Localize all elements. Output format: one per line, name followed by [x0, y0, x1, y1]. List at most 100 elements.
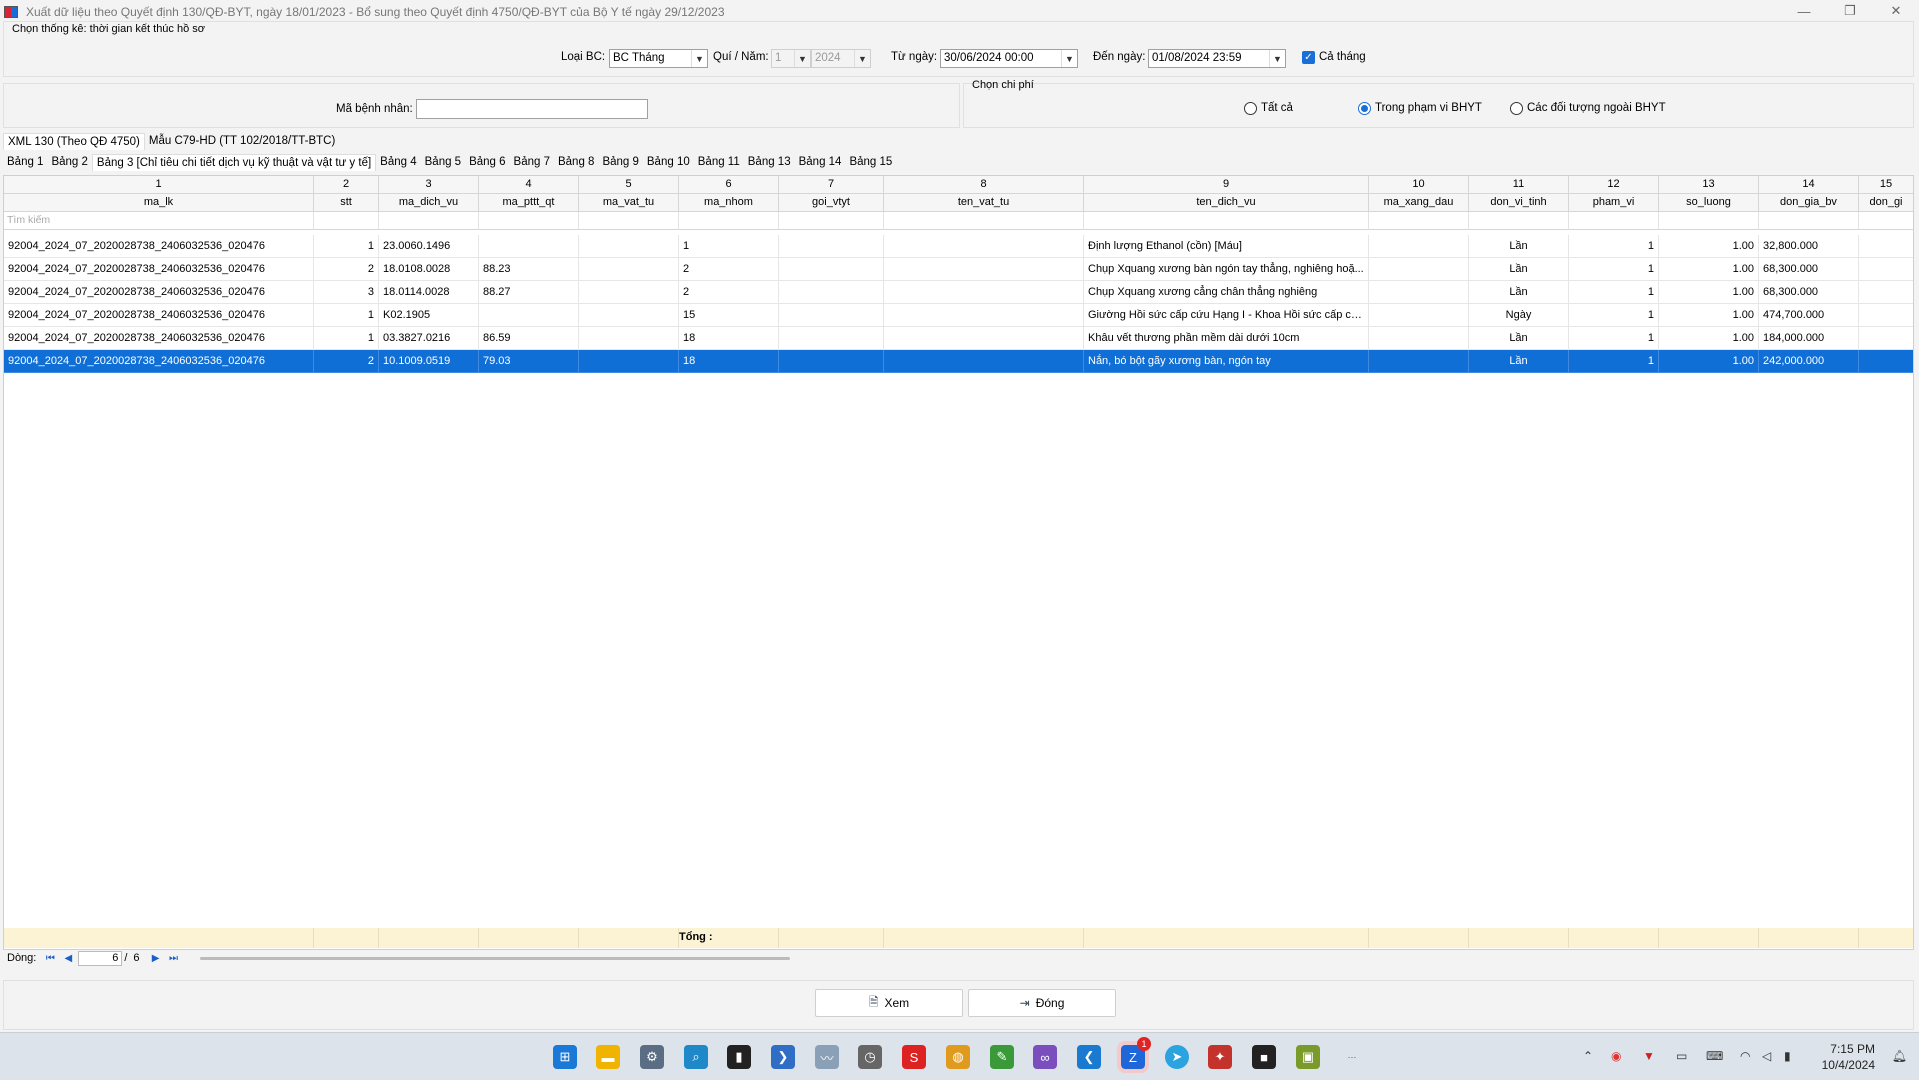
tab-bang-3[interactable]: Bảng 3 [Chỉ tiêu chi tiết dịch vụ kỹ thu…	[91, 154, 377, 171]
powershell-icon[interactable]: ❯	[771, 1045, 795, 1069]
table-row[interactable]: 92004_2024_07_2020028738_2406032536_0204…	[4, 258, 1913, 281]
tab-bang-8[interactable]: Bảng 8	[554, 154, 598, 171]
search-cell[interactable]	[1759, 212, 1859, 230]
column-header-ma-xang-dau[interactable]: ma_xang_dau	[1369, 194, 1469, 212]
data-grid[interactable]: 1 2 3 4 5 6 7 8 9 10 11 12 13 14 15 ma_lk stt ma_dich_vu…	[3, 175, 1914, 950]
table-row[interactable]: 92004_2024_07_2020028738_2406032536_0204…	[4, 235, 1913, 258]
search-cell[interactable]: Tìm kiếm	[4, 212, 314, 230]
search-cell[interactable]	[1859, 212, 1913, 230]
current-row-input[interactable]: 6	[78, 950, 123, 966]
tab-bang-1[interactable]: Bảng 1	[3, 154, 47, 171]
zalo-icon[interactable]: Z 1	[1117, 1037, 1151, 1073]
telegram-icon[interactable]: ➤	[1165, 1045, 1189, 1069]
column-header-don-gi[interactable]: don_gi	[1859, 194, 1913, 212]
tu-ngay-picker[interactable]: 30/06/2024 00:00 ▼	[940, 49, 1078, 68]
loai-bc-select[interactable]: BC Tháng ▼	[609, 49, 708, 68]
dong-button[interactable]: ⇥ Đóng	[968, 989, 1116, 1017]
next-record-icon[interactable]: ▶	[148, 951, 164, 965]
app-star-icon[interactable]: ✦	[1208, 1045, 1232, 1069]
search-cell[interactable]	[1369, 212, 1469, 230]
ca-thang-checkbox[interactable]: ✓	[1302, 51, 1315, 64]
column-header-ten-dich-vu[interactable]: ten_dich_vu	[1084, 194, 1369, 212]
tab-bang-15[interactable]: Bảng 15	[845, 154, 896, 171]
search-cell[interactable]	[679, 212, 779, 230]
den-ngay-picker[interactable]: 01/08/2024 23:59 ▼	[1148, 49, 1286, 68]
visual-studio-icon[interactable]: ∞	[1033, 1045, 1057, 1069]
terminal-icon[interactable]: ▮	[727, 1045, 751, 1069]
column-header-don-gia-bv[interactable]: don_gia_bv	[1759, 194, 1859, 212]
column-header-ma-lk[interactable]: ma_lk	[4, 194, 314, 212]
search-cell[interactable]	[1084, 212, 1369, 230]
monitor-icon[interactable]: 〰	[815, 1045, 839, 1069]
system-clock[interactable]: 7:15 PM 10/4/2024	[1822, 1041, 1875, 1073]
search-cell[interactable]	[1659, 212, 1759, 230]
prev-record-icon[interactable]: ◀	[60, 951, 76, 965]
app-dark-icon[interactable]: ■	[1252, 1045, 1276, 1069]
table-row[interactable]: 92004_2024_07_2020028738_2406032536_0204…	[4, 304, 1913, 327]
radio-tat-ca[interactable]	[1244, 102, 1257, 115]
start-icon[interactable]: ⊞	[553, 1045, 577, 1069]
file-explorer-icon[interactable]: ▬	[596, 1045, 620, 1069]
power-icon[interactable]: ▮	[1784, 1049, 1791, 1063]
search-cell[interactable]	[1569, 212, 1659, 230]
search-cell[interactable]	[379, 212, 479, 230]
settings-icon[interactable]: ⚙	[640, 1045, 664, 1069]
close-button[interactable]: ✕	[1873, 0, 1919, 22]
radio-trong-bhyt[interactable]	[1358, 102, 1371, 115]
radio-ngoai-bhyt[interactable]	[1510, 102, 1523, 115]
notepad-icon[interactable]: ✎	[990, 1045, 1014, 1069]
column-header-goi-vtyt[interactable]: goi_vtyt	[779, 194, 884, 212]
table-row[interactable]: 92004_2024_07_2020028738_2406032536_0204…	[4, 327, 1913, 350]
search-app-icon[interactable]: ⌕	[684, 1045, 708, 1069]
notification-bell-icon[interactable]: 🔔︎	[1892, 1049, 1907, 1063]
wifi-icon[interactable]: ◠	[1740, 1049, 1750, 1063]
tab-mau-c79[interactable]: Mẫu C79-HD (TT 102/2018/TT-BTC)	[145, 133, 339, 150]
tab-bang-4[interactable]: Bảng 4	[376, 154, 420, 171]
tab-bang-11[interactable]: Bảng 11	[694, 154, 744, 171]
column-header-ma-dich-vu[interactable]: ma_dich_vu	[379, 194, 479, 212]
column-header-ma-nhom[interactable]: ma_nhom	[679, 194, 779, 212]
tab-bang-14[interactable]: Bảng 14	[795, 154, 846, 171]
ma-benh-nhan-input[interactable]	[416, 99, 648, 119]
battery-tray-icon[interactable]: ▭	[1676, 1049, 1687, 1063]
tab-bang-10[interactable]: Bảng 10	[643, 154, 694, 171]
table-row[interactable]: 92004_2024_07_2020028738_2406032536_0204…	[4, 281, 1913, 304]
volume-icon[interactable]: ◁	[1762, 1049, 1771, 1063]
first-record-icon[interactable]: ⏮	[42, 951, 58, 965]
tab-bang-9[interactable]: Bảng 9	[598, 154, 642, 171]
nam-select[interactable]: 2024 ▼	[811, 49, 871, 68]
xem-button[interactable]: 🗎 Xem	[815, 989, 963, 1017]
search-cell[interactable]	[884, 212, 1084, 230]
column-header-ma-vat-tu[interactable]: ma_vat_tu	[579, 194, 679, 212]
app-box-icon[interactable]: ▣	[1296, 1045, 1320, 1069]
keyboard-tray-icon[interactable]: ⌨	[1706, 1049, 1723, 1063]
column-header-don-vi-tinh[interactable]: don_vi_tinh	[1469, 194, 1569, 212]
tab-bang-6[interactable]: Bảng 6	[465, 154, 509, 171]
search-cell[interactable]	[779, 212, 884, 230]
search-cell[interactable]	[1469, 212, 1569, 230]
column-header-pham-vi[interactable]: pham_vi	[1569, 194, 1659, 212]
vscode-icon[interactable]: ❮	[1077, 1045, 1101, 1069]
tab-xml130[interactable]: XML 130 (Theo QĐ 4750)	[3, 133, 145, 150]
tray-chevron-up-icon[interactable]: ⌃	[1583, 1049, 1593, 1063]
app-misc-icon[interactable]: ···	[1340, 1045, 1364, 1069]
search-row[interactable]: Tìm kiếm	[4, 212, 1913, 230]
column-header-stt[interactable]: stt	[314, 194, 379, 212]
antivirus-tray-icon[interactable]: ▼	[1643, 1049, 1655, 1063]
chrome-tray-icon[interactable]: ◉	[1611, 1049, 1621, 1063]
quy-select[interactable]: 1 ▼	[771, 49, 811, 68]
column-header-ma-pttt-qt[interactable]: ma_pttt_qt	[479, 194, 579, 212]
tab-bang-13[interactable]: Bảng 13	[744, 154, 795, 171]
tab-bang-5[interactable]: Bảng 5	[421, 154, 465, 171]
app-s-icon[interactable]: S	[902, 1045, 926, 1069]
search-cell[interactable]	[314, 212, 379, 230]
restore-button[interactable]: ❐	[1827, 0, 1873, 22]
clock-app-icon[interactable]: ◷	[858, 1045, 882, 1069]
last-record-icon[interactable]: ⏭	[166, 951, 182, 965]
horizontal-scrollbar[interactable]	[199, 956, 790, 960]
minimize-button[interactable]: —	[1781, 0, 1827, 22]
table-row[interactable]: 92004_2024_07_2020028738_2406032536_0204…	[4, 350, 1913, 373]
search-cell[interactable]	[579, 212, 679, 230]
tab-bang-2[interactable]: Bảng 2	[47, 154, 91, 171]
tab-bang-7[interactable]: Bảng 7	[510, 154, 554, 171]
